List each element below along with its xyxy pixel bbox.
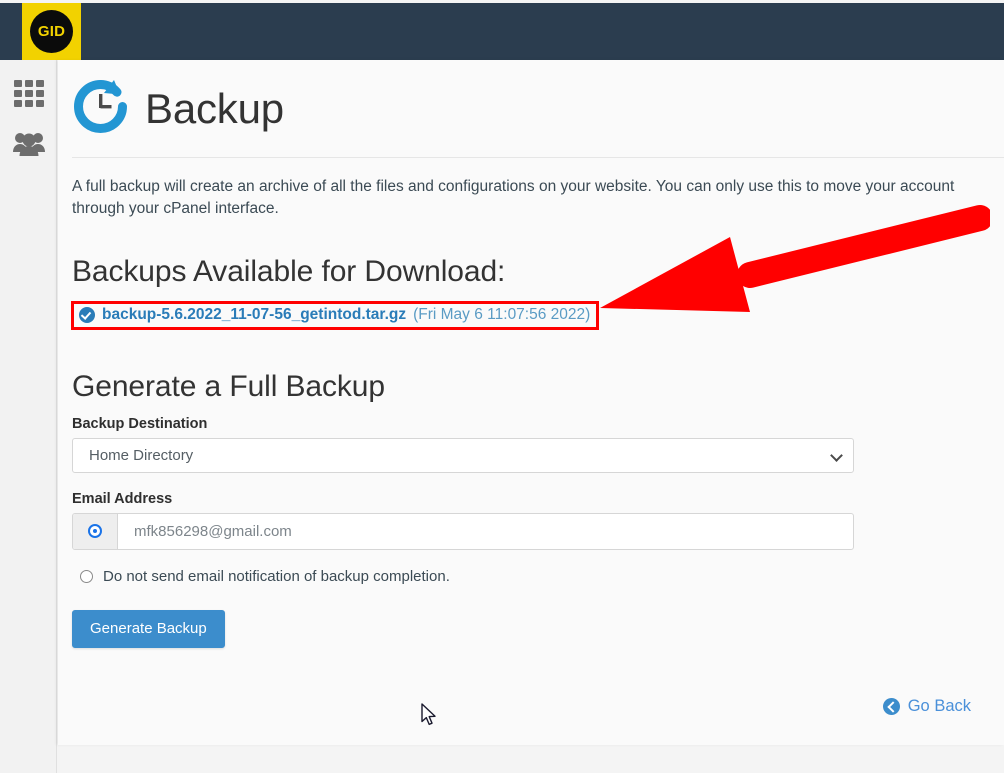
sidebar-item-apps[interactable] [0, 70, 57, 116]
users-group-icon [12, 130, 46, 161]
email-field-block: Email Address [72, 491, 1004, 550]
title-divider [72, 157, 1004, 158]
logo-circle: GID [30, 10, 73, 53]
email-label: Email Address [72, 490, 173, 507]
logo-text: GID [37, 23, 66, 40]
destination-label: Backup Destination [72, 415, 208, 432]
no-email-label: Do not send email notification of backup… [103, 567, 450, 585]
backup-file-row[interactable]: backup-5.6.2022_11-07-56_getintod.tar.gz… [71, 300, 600, 330]
go-back-link[interactable]: Go Back [882, 697, 971, 716]
brand-logo[interactable]: GID [22, 3, 81, 60]
generate-backup-button[interactable]: Generate Backup [72, 609, 225, 648]
email-radio-addon[interactable] [73, 513, 118, 549]
destination-selected-value: Home Directory [89, 446, 194, 464]
sidebar-item-users[interactable] [0, 122, 57, 168]
page-title: Backup [145, 85, 284, 132]
apps-grid-icon [13, 79, 44, 107]
no-email-radio[interactable] [80, 569, 93, 583]
email-address-input[interactable] [118, 513, 853, 549]
backup-file-link[interactable]: backup-5.6.2022_11-07-56_getintod.tar.gz [102, 306, 406, 324]
no-email-row[interactable]: Do not send email notification of backup… [80, 568, 1004, 585]
main-content-panel: Backup A full backup will create an arch… [58, 60, 1004, 745]
generate-heading: Generate a Full Backup [72, 369, 385, 403]
downloads-heading: Backups Available for Download: [72, 254, 506, 288]
left-sidebar [0, 60, 57, 773]
chevron-down-icon [830, 449, 843, 462]
intro-description: A full backup will create an archive of … [72, 178, 955, 218]
email-input-group [72, 512, 854, 550]
backup-destination-select[interactable]: Home Directory [72, 437, 854, 473]
backup-file-date: (Fri May 6 11:07:56 2022) [413, 305, 591, 323]
check-circle-icon [79, 306, 95, 323]
page-title-row: Backup [72, 60, 1004, 140]
go-back-label: Go Back [907, 697, 971, 715]
screen-root: GID Backup A full backup will create an … [0, 0, 1004, 773]
arrow-left-circle-icon [882, 698, 900, 715]
backup-restore-clock-icon [72, 78, 129, 140]
email-notify-radio[interactable] [88, 524, 102, 539]
top-header-bar: GID [0, 3, 1004, 60]
destination-field-block: Backup Destination Home Directory [72, 416, 1004, 473]
